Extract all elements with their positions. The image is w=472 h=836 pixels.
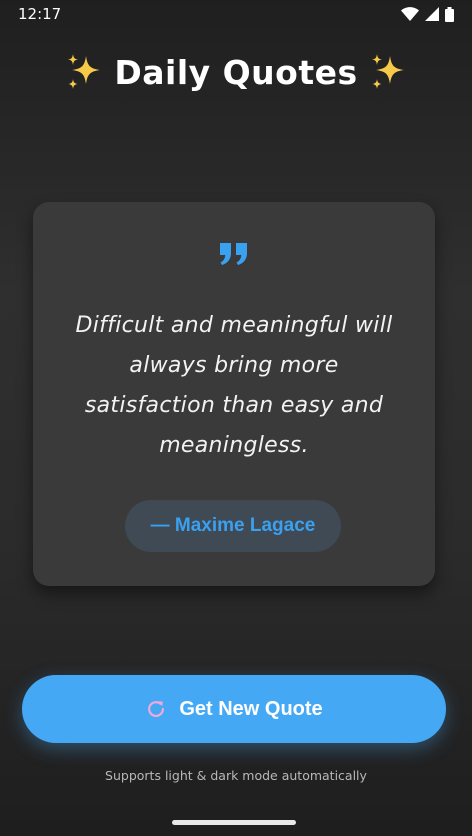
- author-name: — Maxime Lagace: [150, 515, 316, 536]
- get-new-quote-label: Get New Quote: [179, 697, 323, 720]
- battery-icon: [445, 6, 454, 22]
- sparkles-icon: [68, 54, 101, 89]
- quote-mark-icon: [220, 243, 247, 265]
- get-new-quote-button[interactable]: Get New Quote: [22, 675, 446, 743]
- status-bar: 12:17: [0, 0, 472, 28]
- status-time: 12:17: [18, 5, 62, 23]
- footer-note: Supports light & dark mode automatically: [105, 768, 367, 783]
- quote-card: Difficult and meaningful will always bri…: [33, 202, 435, 586]
- quote-mark: [33, 242, 435, 266]
- signal-icon: [425, 7, 439, 21]
- status-icons: [401, 6, 454, 22]
- quote-text: Difficult and meaningful will always bri…: [75, 313, 393, 458]
- wifi-icon: [401, 7, 419, 21]
- title-text: Daily Quotes: [114, 52, 358, 92]
- author-badge: — Maxime Lagace: [125, 500, 341, 552]
- refresh-icon: [148, 701, 165, 718]
- home-indicator[interactable]: [172, 820, 296, 825]
- sparkles-icon: [371, 54, 404, 89]
- page-title: Daily Quotes: [0, 52, 472, 92]
